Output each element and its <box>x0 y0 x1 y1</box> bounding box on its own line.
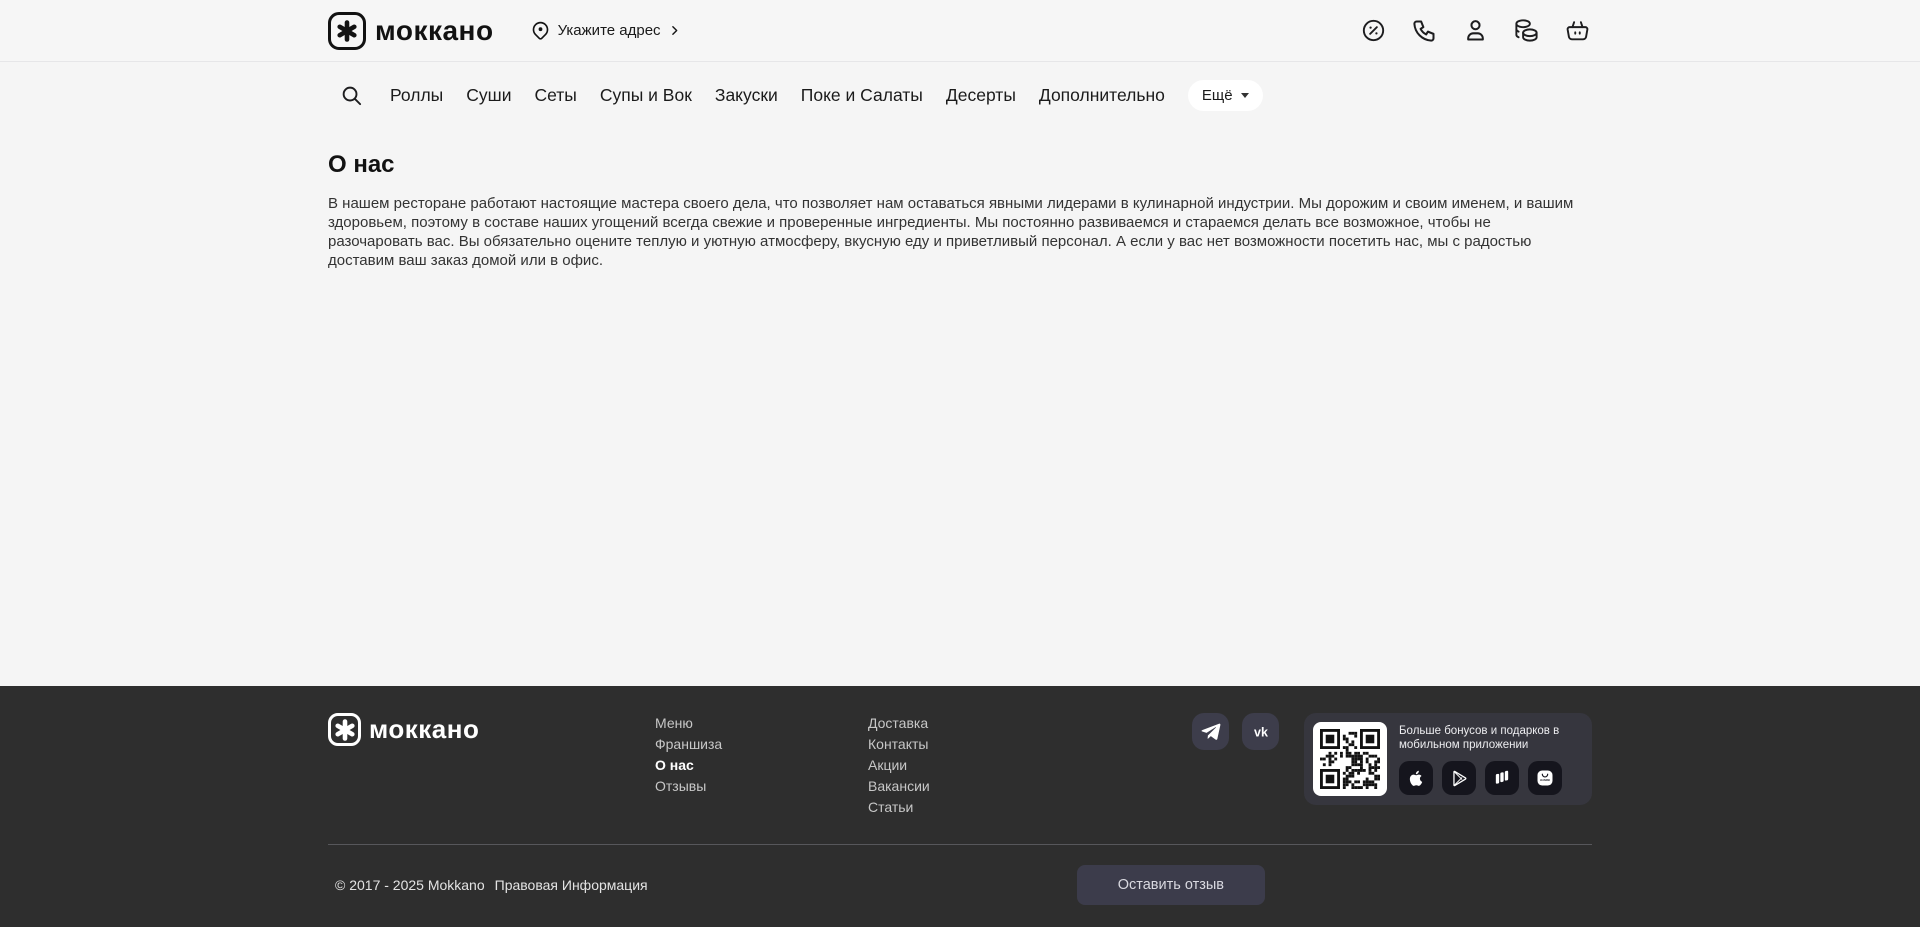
nav-item-sushi[interactable]: Суши <box>466 85 511 106</box>
logo[interactable]: моккано <box>328 12 494 50</box>
vk-icon[interactable]: vk <box>1242 713 1279 750</box>
search-icon[interactable] <box>340 84 363 107</box>
app-store-icon[interactable] <box>1399 761 1433 795</box>
app-badges: HUAWEI <box>1399 761 1583 795</box>
bonuses-coins-icon[interactable] <box>1511 16 1541 46</box>
profile-icon[interactable] <box>1460 16 1490 46</box>
footer-link-o-nas[interactable]: О нас <box>655 755 694 776</box>
footer-link-franshiza[interactable]: Франшиза <box>655 734 722 755</box>
leave-review-button[interactable]: Оставить отзыв <box>1077 865 1265 905</box>
nav-item-supy-i-vok[interactable]: Супы и Вок <box>600 85 692 106</box>
cart-basket-icon[interactable] <box>1562 16 1592 46</box>
social-links: vk <box>1192 713 1279 750</box>
chevron-down-icon <box>1241 93 1249 98</box>
page-title: О нас <box>328 151 1592 179</box>
address-label: Укажите адрес <box>558 22 661 39</box>
footer-link-kontakty[interactable]: Контакты <box>868 734 928 755</box>
nav-item-rolly[interactable]: Роллы <box>390 85 443 106</box>
appgallery-icon[interactable]: HUAWEI <box>1528 761 1562 795</box>
discount-percent-icon[interactable] <box>1358 16 1388 46</box>
nav-more-label: Ещё <box>1202 87 1233 104</box>
vk-glyph: vk <box>1254 725 1268 739</box>
logo-text: моккано <box>375 15 494 47</box>
phone-icon[interactable] <box>1409 16 1439 46</box>
copyright: © 2017 - 2025 Mokkano Правовая Информаци… <box>335 877 648 893</box>
footer-logo[interactable]: моккано <box>328 713 655 746</box>
google-play-icon[interactable] <box>1442 761 1476 795</box>
footer-link-otzyvy[interactable]: Отзывы <box>655 776 706 797</box>
header: моккано Укажите адрес <box>0 0 1920 62</box>
logo-asterisk-icon <box>328 12 366 50</box>
nav-item-poke-i-salaty[interactable]: Поке и Салаты <box>801 85 923 106</box>
chevron-right-icon <box>668 24 681 37</box>
qr-code <box>1313 722 1387 796</box>
footer-link-akcii[interactable]: Акции <box>868 755 907 776</box>
nav-item-dopolnitelno[interactable]: Дополнительно <box>1039 85 1165 106</box>
svg-text:HUAWEI: HUAWEI <box>1540 779 1550 782</box>
nav-item-sety[interactable]: Сеты <box>534 85 576 106</box>
rustore-icon[interactable] <box>1485 761 1519 795</box>
mobile-app-panel: Больше бонусов и подарков в мобильном пр… <box>1304 713 1592 805</box>
footer-links-column-1: Меню Франшиза О нас Отзывы <box>655 713 868 797</box>
telegram-icon[interactable] <box>1192 713 1229 750</box>
main-content: О нас В нашем ресторане работают настоящ… <box>0 121 1920 686</box>
nav-more-button[interactable]: Ещё <box>1188 80 1263 111</box>
app-promo-text: Больше бонусов и подарков в мобильном пр… <box>1399 722 1583 752</box>
legal-info-link[interactable]: Правовая Информация <box>495 877 648 893</box>
footer-link-dostavka[interactable]: Доставка <box>868 713 928 734</box>
copyright-text: © 2017 - 2025 Mokkano <box>335 877 485 893</box>
footer-logo-asterisk-icon <box>328 713 361 746</box>
footer-logo-text: моккано <box>369 714 479 745</box>
about-paragraph: В нашем ресторане работают настоящие мас… <box>328 194 1580 270</box>
footer-link-vakansii[interactable]: Вакансии <box>868 776 930 797</box>
address-picker-button[interactable]: Укажите адрес <box>530 20 681 41</box>
category-nav: Роллы Суши Сеты Супы и Вок Закуски Поке … <box>0 62 1920 121</box>
location-pin-icon <box>530 20 551 41</box>
footer-links-column-2: Доставка Контакты Акции Вакансии Статьи <box>868 713 1192 818</box>
nav-item-deserty[interactable]: Десерты <box>946 85 1016 106</box>
footer-link-stati[interactable]: Статьи <box>868 797 913 818</box>
header-icon-group <box>1358 16 1592 46</box>
nav-item-zakuski[interactable]: Закуски <box>715 85 778 106</box>
footer-link-menu[interactable]: Меню <box>655 713 693 734</box>
footer: моккано Меню Франшиза О нас Отзывы Доста… <box>0 686 1920 927</box>
